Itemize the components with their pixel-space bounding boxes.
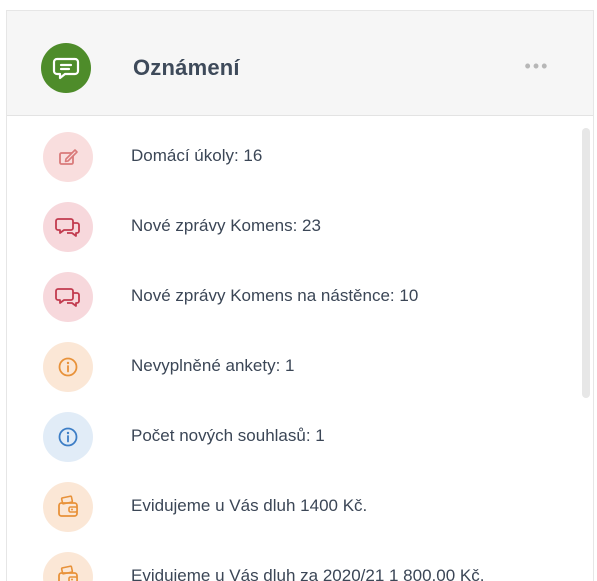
info-icon [43,342,93,392]
list-item[interactable]: Nové zprávy Komens: 23 [7,186,567,256]
list-item[interactable]: Evidujeme u Vás dluh za 2020/21 1 800,00… [7,536,567,581]
list-item-label: Evidujeme u Vás dluh za 2020/21 1 800,00… [131,566,485,581]
more-options-button[interactable]: ••• [517,55,557,77]
list-item-label: Evidujeme u Vás dluh 1400 Kč. [131,496,368,515]
list-item-label: Domácí úkoly: 16 [131,146,263,165]
list-item-label: Nové zprávy Komens: 23 [131,216,321,235]
messages-icon [43,202,93,252]
chat-bubble-icon [41,43,91,93]
notifications-panel: Oznámení ••• Domácí úkoly: 16 Nové zpráv… [6,10,594,581]
wallet-money-icon [43,552,93,581]
info-icon [43,412,93,462]
wallet-money-icon [43,482,93,532]
panel-header: Oznámení ••• [7,11,593,116]
list-item[interactable]: Evidujeme u Vás dluh 1400 Kč. [7,466,567,536]
list-item-label: Nevyplněné ankety: 1 [131,356,295,375]
list-item-label: Nové zprávy Komens na nástěnce: 10 [131,286,419,305]
scrollbar[interactable] [582,128,590,398]
list-item-label: Počet nových souhlasů: 1 [131,426,325,445]
homework-pencil-icon [43,132,93,182]
list-item[interactable]: Počet nových souhlasů: 1 [7,396,567,466]
list-item[interactable]: Domácí úkoly: 16 [7,116,567,186]
page-title: Oznámení [133,55,240,80]
messages-icon [43,272,93,322]
list-item[interactable]: Nevyplněné ankety: 1 [7,326,567,396]
list-item[interactable]: Nové zprávy Komens na nástěnce: 10 [7,256,567,326]
